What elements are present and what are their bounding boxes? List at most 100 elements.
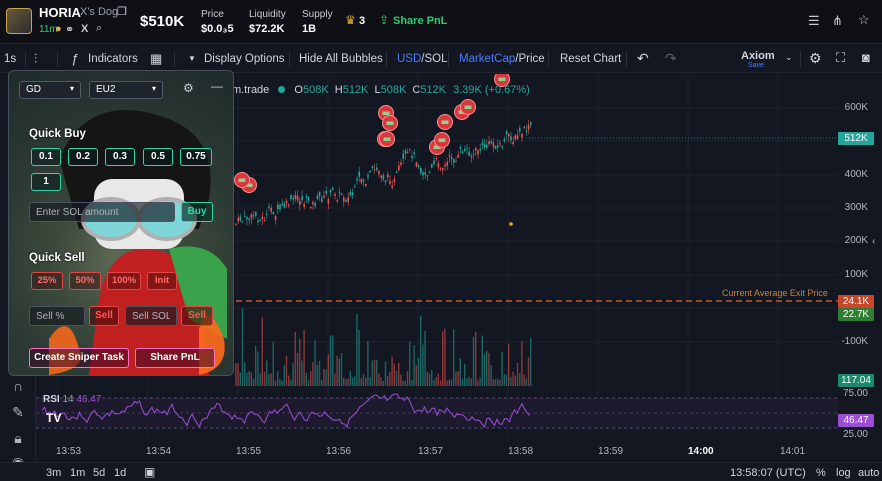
- candle-type-icon[interactable]: ⫶: [34, 51, 37, 67]
- camera-icon[interactable]: ◙: [862, 50, 870, 65]
- lock-icon[interactable]: 🔒︎: [7, 430, 29, 448]
- quick-trade-panel[interactable]: GD ▾ EU2 ▾ ⚙ — Quick Buy 0.1 0.2 0.3 0.5…: [8, 70, 234, 376]
- volume-bar: [351, 377, 354, 386]
- rsi-pane[interactable]: [36, 390, 838, 436]
- time-label: 13:55: [236, 446, 262, 457]
- chevron-down-icon: ▾: [151, 84, 156, 93]
- candle-body: [354, 186, 356, 188]
- range-5d[interactable]: 5d: [93, 467, 105, 479]
- layout-grid-icon[interactable]: ▦: [150, 51, 162, 67]
- link-icon[interactable]: ⚭: [65, 23, 74, 36]
- copy-icon[interactable]: ❐: [117, 5, 127, 18]
- panel-share-pnl-button[interactable]: Share PnL: [135, 348, 215, 368]
- market-cap: $510K: [140, 13, 185, 30]
- bubble-cash-icon: [438, 138, 446, 142]
- token-logo[interactable]: [6, 8, 32, 34]
- list-icon[interactable]: ☰: [808, 13, 820, 29]
- calendar-icon[interactable]: ▣: [144, 465, 155, 479]
- sell-sol-input[interactable]: [125, 306, 177, 326]
- sell-percent-button[interactable]: Sell: [89, 306, 119, 326]
- brand-axiom[interactable]: Axiom: [741, 50, 775, 62]
- percent-toggle[interactable]: %: [816, 467, 826, 479]
- candle-body: [457, 154, 459, 158]
- collapse-arrow-icon[interactable]: ‹: [872, 236, 875, 247]
- mcap-price-toggle[interactable]: MarketCap/Price: [459, 53, 545, 65]
- candle-body: [523, 126, 525, 128]
- time-label: 13:54: [146, 446, 172, 457]
- redo-icon[interactable]: ↷: [665, 50, 677, 67]
- volume-bar: [464, 363, 466, 386]
- chevron-down-icon[interactable]: ⌄: [785, 52, 793, 63]
- region-select[interactable]: EU2 ▾: [89, 81, 163, 99]
- candle-body: [323, 195, 325, 199]
- time-axis[interactable]: 13:53 13:54 13:55 13:56 13:57 13:58 13:5…: [36, 440, 882, 462]
- x-social-icon[interactable]: X: [81, 23, 88, 35]
- currency-toggle[interactable]: USD/SOL: [397, 53, 448, 65]
- sell-preset-100[interactable]: 100%: [107, 272, 141, 290]
- volume-bar: [477, 380, 479, 386]
- pump-icon[interactable]: ●: [55, 23, 62, 35]
- share-network-icon[interactable]: ⋔: [832, 13, 843, 29]
- candle-body: [433, 160, 435, 165]
- display-options-button[interactable]: Display Options: [204, 53, 285, 65]
- volume-bar: [294, 331, 296, 386]
- gear-icon[interactable]: ⚙: [809, 50, 822, 67]
- price-axis[interactable]: 600K 512K 400K 300K 200K 100K 24.1K 22.7…: [838, 74, 882, 440]
- settings-icon[interactable]: ⚙: [183, 81, 194, 95]
- candle-body: [329, 189, 332, 193]
- sell-preset-50[interactable]: 50%: [69, 272, 101, 290]
- candle-body: [488, 141, 490, 145]
- indicators-icon[interactable]: ƒ: [71, 51, 78, 66]
- log-toggle[interactable]: log: [836, 467, 851, 479]
- buy-preset-0.1[interactable]: 0.1: [31, 148, 61, 166]
- candle-body: [503, 138, 506, 142]
- tradingview-logo[interactable]: TV: [46, 411, 70, 427]
- indicators-button[interactable]: Indicators: [88, 53, 138, 65]
- volume-bar: [470, 378, 472, 386]
- brand-save[interactable]: Save: [748, 62, 764, 69]
- volume-bar: [389, 371, 391, 386]
- candle-body: [422, 172, 424, 176]
- volume-bar: [277, 371, 279, 386]
- volume-bar: [290, 379, 292, 386]
- candle-body: [479, 149, 481, 151]
- fullscreen-icon[interactable]: ⛶: [836, 50, 845, 66]
- range-1d[interactable]: 1d: [114, 467, 126, 479]
- caret-down-icon[interactable]: ▼: [188, 54, 196, 63]
- buy-preset-0.75[interactable]: 0.75: [180, 148, 212, 166]
- magnet-icon[interactable]: ∩: [7, 378, 29, 396]
- undo-icon[interactable]: ↶: [637, 50, 649, 67]
- reset-chart-button[interactable]: Reset Chart: [560, 53, 621, 65]
- interval-selector[interactable]: 1s: [4, 53, 16, 65]
- candle-body: [365, 183, 367, 186]
- buy-preset-1[interactable]: 1: [31, 173, 61, 191]
- sell-percent-input[interactable]: [29, 306, 85, 326]
- buy-button[interactable]: Buy: [181, 202, 213, 222]
- sell-sol-button[interactable]: Sell: [181, 306, 213, 326]
- candle-body: [288, 204, 290, 207]
- create-sniper-task-button[interactable]: Create Sniper Task: [29, 348, 129, 368]
- volume-bar: [444, 328, 446, 386]
- sell-preset-init[interactable]: Init: [147, 272, 177, 290]
- supply-value: 1B: [302, 23, 317, 35]
- hide-bubbles-button[interactable]: Hide All Bubbles: [299, 53, 383, 65]
- rsi-axis-label: 25.00: [842, 429, 868, 440]
- sell-preset-25[interactable]: 25%: [31, 272, 63, 290]
- range-1m[interactable]: 1m: [70, 467, 85, 479]
- volume-bar: [400, 374, 402, 386]
- range-3m[interactable]: 3m: [46, 467, 61, 479]
- share-pnl-button[interactable]: Share PnL: [393, 15, 447, 27]
- buy-preset-0.5[interactable]: 0.5: [143, 148, 173, 166]
- candle-body: [274, 215, 277, 220]
- auto-toggle[interactable]: auto: [858, 467, 879, 479]
- buy-preset-0.2[interactable]: 0.2: [68, 148, 98, 166]
- utc-clock[interactable]: 13:58:07 (UTC): [730, 467, 806, 479]
- pencil-lock-icon[interactable]: ✎: [7, 404, 29, 422]
- buy-preset-0.3[interactable]: 0.3: [105, 148, 135, 166]
- candle-body: [356, 178, 358, 181]
- minimize-icon[interactable]: —: [211, 79, 223, 93]
- buy-amount-input[interactable]: [29, 202, 175, 222]
- star-icon[interactable]: ☆: [858, 12, 870, 28]
- preset-select[interactable]: GD ▾: [19, 81, 81, 99]
- search-icon[interactable]: ⌕: [96, 22, 102, 35]
